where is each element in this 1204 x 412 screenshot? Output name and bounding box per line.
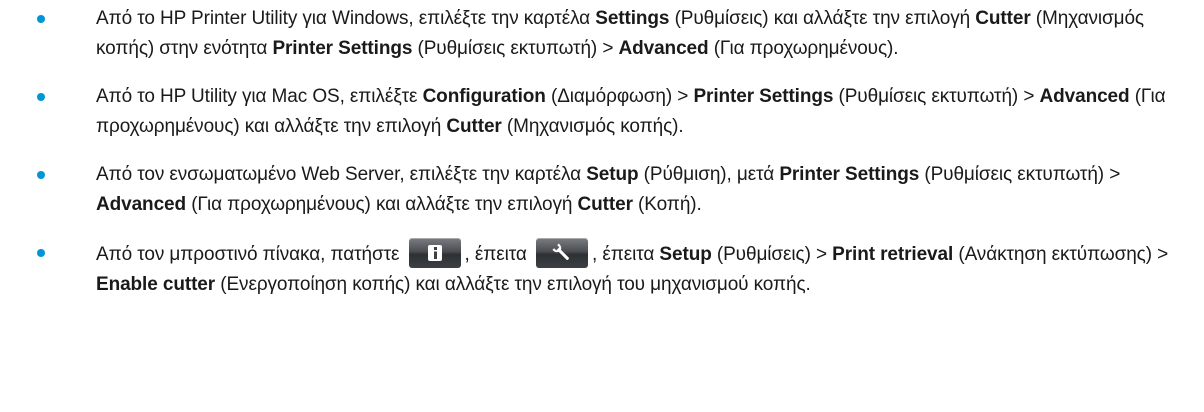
ui-term: Configuration	[422, 86, 546, 107]
item-text: (Ρύθμιση), μετά	[638, 164, 780, 185]
bullet-icon	[37, 171, 45, 179]
ui-term: Setup	[586, 164, 639, 185]
item-text: (Ρυθμίσεις εκτυπωτή) >	[919, 164, 1121, 185]
item-text: Από τον μπροστινό πίνακα, πατήστε	[96, 244, 405, 265]
item-text: Από το HP Utility για Mac OS, επιλέξτε	[96, 86, 423, 107]
document-page: Από το HP Printer Utility για Windows, ε…	[0, 0, 1204, 412]
item-text: (Κοπή).	[632, 194, 702, 215]
item-text: (Διαμόρφωση) >	[545, 86, 694, 107]
item-text: (Μηχανισμός κοπής).	[501, 116, 684, 137]
list-item: Από το HP Printer Utility για Windows, ε…	[36, 4, 1186, 64]
item-text: (Ρυθμίσεις εκτυπωτή) >	[833, 86, 1040, 107]
instruction-list: Από το HP Printer Utility για Windows, ε…	[36, 4, 1186, 300]
ui-term: Printer Settings	[779, 164, 920, 185]
item-text: , έπειτα	[591, 244, 660, 265]
wrench-button-icon	[535, 238, 588, 268]
item-text: (Ανάκτηση εκτύπωσης) >	[953, 244, 1169, 265]
bullet-icon	[37, 249, 45, 257]
ui-term: Printer Settings	[272, 38, 413, 59]
item-text: (Ενεργοποίηση κοπής) και αλλάξτε την επι…	[215, 274, 811, 295]
ui-term: Cutter	[577, 194, 633, 215]
item-text: , έπειτα	[464, 244, 532, 265]
item-text: Από το HP Printer Utility για Windows, ε…	[96, 8, 596, 29]
ui-term: Advanced	[1039, 86, 1130, 107]
item-text: (Για προχωρημένους).	[708, 38, 899, 59]
bullet-icon	[37, 93, 45, 101]
item-text: Από τον ενσωματωμένο Web Server, επιλέξτ…	[96, 164, 587, 185]
list-item: Από το HP Utility για Mac OS, επιλέξτε C…	[36, 82, 1186, 142]
ui-term: Advanced	[618, 38, 709, 59]
item-text: (Ρυθμίσεις) και αλλάξτε την επιλογή	[669, 8, 976, 29]
bullet-icon	[37, 15, 45, 23]
list-item: Από τον μπροστινό πίνακα, πατήστε , έπει…	[36, 238, 1186, 300]
ui-term: Cutter	[446, 116, 502, 137]
ui-term: Printer Settings	[693, 86, 834, 107]
ui-term: Enable cutter	[96, 274, 216, 295]
item-text: (Για προχωρημένους) και αλλάξτε την επιλ…	[186, 194, 578, 215]
ui-term: Settings	[595, 8, 670, 29]
info-button-icon	[408, 238, 461, 268]
ui-term: Advanced	[96, 194, 187, 215]
list-item: Από τον ενσωματωμένο Web Server, επιλέξτ…	[36, 160, 1186, 220]
ui-term: Setup	[659, 244, 712, 265]
item-text: (Ρυθμίσεις εκτυπωτή) >	[412, 38, 619, 59]
ui-term: Cutter	[975, 8, 1031, 29]
item-text: (Ρυθμίσεις) >	[711, 244, 833, 265]
ui-term: Print retrieval	[832, 244, 954, 265]
